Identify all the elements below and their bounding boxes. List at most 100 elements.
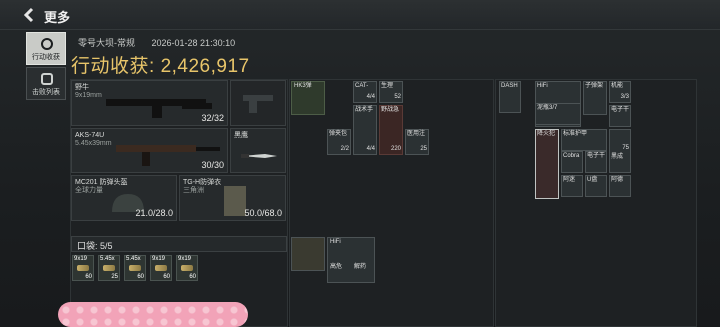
melee-name: 黑鹰 xyxy=(234,132,248,139)
backpack-item[interactable]: 电子干 xyxy=(585,151,607,173)
sidebar-item-label: 击败列表 xyxy=(32,89,60,96)
backpack-item[interactable]: 阿迷 xyxy=(561,175,583,197)
top-bar: 更多 xyxy=(0,0,720,30)
loot-total: 行动收获: 2,426,917 xyxy=(71,51,250,78)
item-name: 黑成 xyxy=(611,154,624,160)
item-name: 生理 xyxy=(381,83,394,89)
pistol-slot[interactable] xyxy=(230,80,286,126)
item-name: 战术手 xyxy=(355,107,374,113)
page-title: 更多 xyxy=(44,10,71,25)
rig-item[interactable]: 生理 52 xyxy=(379,81,403,103)
ammo-item[interactable]: 9x19 60 xyxy=(150,255,172,281)
armor-slot[interactable]: TG-H防弹衣 三角洲 50.0/68.0 xyxy=(179,175,286,221)
item-name: 降火犯 xyxy=(537,131,556,137)
weapon-ammo: 9x19mm xyxy=(75,92,102,99)
knife-icon xyxy=(241,154,277,158)
sidebar-item-loot[interactable]: 行动收获 xyxy=(26,32,66,65)
backpack-panel xyxy=(495,79,697,327)
item-name: 电子干 xyxy=(587,153,606,159)
item-count: 4/4 xyxy=(366,94,375,100)
bullet-icon xyxy=(129,265,141,271)
pistol-icon xyxy=(243,95,273,113)
loot-label: 行动收获: xyxy=(71,56,155,77)
map-name: 零号大坝-常规 xyxy=(78,38,135,48)
helmet-durability: 21.0/28.0 xyxy=(135,208,173,218)
weapon-durability: 30/30 xyxy=(201,160,224,170)
item-name: HiFi xyxy=(330,239,341,245)
ammo-count: 60 xyxy=(189,274,196,280)
sidebar-item-kills[interactable]: 击败列表 xyxy=(26,67,66,100)
case-item[interactable]: HiFi 高危 解药 xyxy=(327,237,375,283)
item-name: CAT- xyxy=(355,83,369,89)
item-count: 25 xyxy=(420,146,427,152)
ammo-item[interactable]: 5.45x 60 xyxy=(124,255,146,281)
match-info: 零号大坝-常规 2026-01-28 21:30:10 xyxy=(78,36,249,49)
backpack-item[interactable]: 泥瓶3/7 xyxy=(535,103,581,125)
item-name: 野战急 xyxy=(381,107,400,113)
item-name: 解药 xyxy=(354,264,367,270)
backpack-item[interactable]: 降火犯 xyxy=(535,129,559,199)
ammo-item[interactable]: 5.45x 25 xyxy=(98,255,120,281)
item-name: 高危 xyxy=(330,264,343,270)
backpack-item[interactable]: 子弹架 xyxy=(583,81,607,115)
ammo-type: 9x19 xyxy=(152,256,166,262)
item-count: 75 xyxy=(622,145,629,151)
melee-slot[interactable]: 黑鹰 xyxy=(230,128,286,173)
item-name: 泥瓶3/7 xyxy=(537,105,558,111)
item-name: DASH xyxy=(501,83,518,89)
backpack-item[interactable]: 黑成 75 xyxy=(609,129,631,173)
bullet-icon xyxy=(103,265,115,271)
ammo-item[interactable]: 9x19 60 xyxy=(72,255,94,281)
rig-item[interactable]: CAT- 4/4 xyxy=(353,81,377,103)
item-name: U盘 xyxy=(587,177,598,183)
item-name: HK3弹 xyxy=(294,83,312,89)
ammo-count: 25 xyxy=(111,274,118,280)
ammo-count: 60 xyxy=(137,274,144,280)
backpack-item[interactable]: Cobra xyxy=(561,151,583,173)
weapon-ammo: 5.45x39mm xyxy=(75,140,112,147)
ammo-type: 9x19 xyxy=(74,256,88,262)
backpack-item[interactable]: 机能 3/3 xyxy=(609,81,631,103)
helmet-slot[interactable]: MC201 防弹头盔 全球力量 21.0/28.0 xyxy=(71,175,177,221)
item-name: 子弹架 xyxy=(585,83,604,89)
item-count: 52 xyxy=(394,94,401,100)
backpack-item[interactable]: DASH xyxy=(499,81,521,113)
ammo-count: 60 xyxy=(163,274,170,280)
weapon-slot-2[interactable]: AKS-74U 5.45x39mm 30/30 xyxy=(71,128,228,173)
bullet-icon xyxy=(77,265,89,271)
bullet-icon xyxy=(155,265,167,271)
item-name: 电子干 xyxy=(611,107,630,113)
item-count: 220 xyxy=(390,146,401,152)
rig-item[interactable]: 医用注 25 xyxy=(405,129,429,155)
ammo-type: 9x19 xyxy=(178,256,192,262)
backpack-item[interactable]: U盘 xyxy=(585,175,607,197)
item-name: Cobra xyxy=(563,153,580,159)
pocket-label: 口袋: 5/5 xyxy=(77,241,113,251)
pocket-header: 口袋: 5/5 xyxy=(71,236,287,252)
weapon-name: 野牛 xyxy=(75,84,89,91)
item-name: 阿德 xyxy=(611,177,624,183)
inventory-screen: 更多 行动收获 击败列表 零号大坝-常规 2026-01-28 21:30:10… xyxy=(0,0,720,327)
weapon-slot-1[interactable]: 野牛 9x19mm 32/32 xyxy=(71,80,228,126)
helmet-name: MC201 防弹头盔 xyxy=(75,179,128,186)
item-count: 3/3 xyxy=(620,94,629,100)
rig-item[interactable]: HK3弹 xyxy=(291,81,325,115)
rig-item[interactable]: 弹夹包 2/2 xyxy=(327,129,351,155)
loot-value: 2,426,917 xyxy=(160,56,250,77)
item-name: 标准护甲 xyxy=(563,131,588,137)
backpack-item[interactable]: 电子干 xyxy=(609,105,631,127)
rig-item[interactable]: 野战急 220 xyxy=(379,105,403,155)
backpack-item[interactable]: 阿德 xyxy=(609,175,631,197)
armor-sub: 三角洲 xyxy=(183,187,204,194)
skull-icon xyxy=(41,73,53,85)
item-name: HiFi xyxy=(537,83,548,89)
ammo-item[interactable]: 9x19 60 xyxy=(176,255,198,281)
bullet-icon xyxy=(181,265,193,271)
backpack-item[interactable]: 标准护甲 xyxy=(561,129,607,151)
chevron-left-icon[interactable] xyxy=(22,7,36,23)
item-name: 医用注 xyxy=(407,131,426,137)
target-icon xyxy=(41,38,53,50)
armor-durability: 50.0/68.0 xyxy=(244,208,282,218)
rig-item[interactable]: 战术手 4/4 xyxy=(353,105,377,155)
case-icon[interactable] xyxy=(291,237,325,271)
